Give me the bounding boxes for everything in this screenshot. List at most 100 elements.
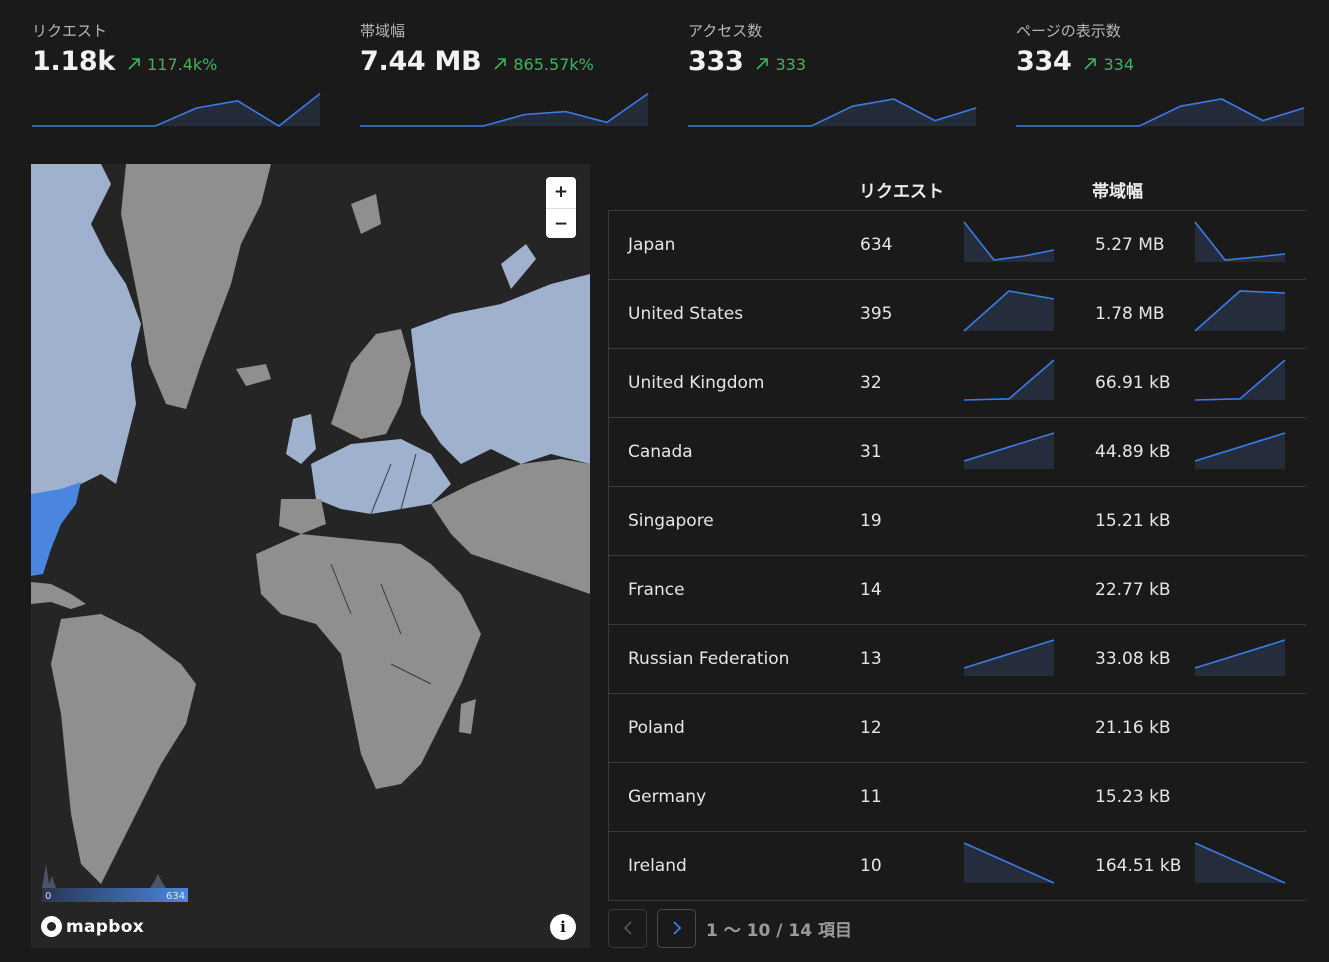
- sparkline-area: [32, 93, 320, 126]
- sparkline-area: [1195, 640, 1285, 676]
- bandwidth-sparkline: [1194, 221, 1286, 262]
- stat-delta: 117.4k%: [127, 55, 217, 74]
- mapbox-icon: [41, 916, 62, 937]
- sparkline-area: [1195, 360, 1285, 400]
- stat-label: 帯域幅: [360, 22, 406, 40]
- map-canvas[interactable]: [31, 164, 590, 948]
- stat-value: 334: [1016, 46, 1072, 77]
- pagination: 1 〜 10 / 14 項目: [608, 908, 852, 948]
- bandwidth-sparkline: [1194, 359, 1286, 401]
- table-header: リクエスト 帯域幅: [608, 164, 1306, 211]
- arrow-up-right-icon: [494, 58, 507, 70]
- bandwidth-sparkline: [1194, 432, 1286, 469]
- region-svalbard: [351, 194, 381, 234]
- bandwidth-value: 66.91 kB: [1095, 373, 1171, 393]
- bandwidth-value: 1.78 MB: [1095, 304, 1165, 324]
- sparkline-area: [964, 360, 1054, 400]
- bandwidth-sparkline: [1194, 842, 1286, 884]
- region-iberia: [279, 499, 326, 534]
- legend-min-label: 0: [45, 891, 52, 902]
- request-sparkline: [963, 290, 1055, 332]
- region-europe: [311, 439, 451, 514]
- request-count: 19: [860, 511, 882, 531]
- table-row[interactable]: Germany 11 15.23 kB: [609, 763, 1306, 832]
- stat-delta: 334: [1083, 55, 1134, 74]
- country-name: Ireland: [628, 856, 687, 876]
- request-count: 13: [860, 649, 882, 669]
- legend-max-label: 634: [166, 891, 186, 902]
- sparkline-area: [1016, 99, 1304, 126]
- table-row[interactable]: Russian Federation 13 33.08 kB: [609, 625, 1306, 694]
- request-count: 395: [860, 304, 893, 324]
- stat-value: 1.18k: [32, 46, 116, 77]
- region-madagascar: [459, 699, 476, 734]
- stat-sparkline: [1016, 98, 1305, 127]
- stat-card-pageviews: ページの表示数 334 334: [1016, 16, 1306, 136]
- arrow-up-right-icon: [128, 58, 140, 70]
- region-scandinavia: [331, 329, 411, 439]
- stat-delta: 333: [755, 55, 806, 74]
- column-header-bandwidth[interactable]: 帯域幅: [1092, 177, 1143, 202]
- sparkline-area: [964, 433, 1054, 469]
- request-count: 10: [860, 856, 882, 876]
- sparkline-area: [1195, 433, 1285, 469]
- mapbox-logo[interactable]: mapbox: [41, 916, 144, 937]
- stat-value: 333: [688, 46, 744, 77]
- stat-label: ページの表示数: [1016, 22, 1121, 40]
- stat-sparkline: [360, 92, 649, 127]
- country-name: Russian Federation: [628, 649, 790, 669]
- stat-label: リクエスト: [32, 22, 108, 40]
- table-row[interactable]: Singapore 19 15.21 kB: [609, 487, 1306, 556]
- stat-label: アクセス数: [688, 22, 763, 40]
- prev-page-button[interactable]: [608, 908, 647, 948]
- stat-sparkline: [688, 98, 977, 127]
- stat-card-visits: アクセス数 333 333: [688, 16, 978, 136]
- request-sparkline: [963, 221, 1055, 262]
- stat-delta: 865.57k%: [493, 55, 594, 74]
- sparkline-area: [1195, 291, 1285, 331]
- table-body: Japan 634 5.27 MB United States 395 1.78 MB Un…: [608, 211, 1306, 901]
- request-sparkline: [963, 432, 1055, 469]
- region-uk: [286, 414, 316, 464]
- arrow-up-right-icon: [756, 58, 769, 70]
- table-row[interactable]: France 14 22.77 kB: [609, 556, 1306, 625]
- zoom-control: + −: [546, 177, 576, 238]
- world-map[interactable]: + − 0 634 mapbox i: [31, 164, 590, 948]
- region-russia: [411, 274, 590, 464]
- info-icon[interactable]: i: [550, 914, 576, 940]
- country-name: Canada: [628, 442, 693, 462]
- request-sparkline: [963, 842, 1055, 884]
- region-asia: [431, 459, 590, 594]
- next-page-button[interactable]: [657, 908, 696, 948]
- table-row[interactable]: Ireland 10 164.51 kB: [609, 832, 1306, 901]
- region-africa: [256, 534, 481, 789]
- country-name: Germany: [628, 787, 707, 807]
- stat-card-requests: リクエスト 1.18k 117.4k%: [32, 16, 322, 136]
- table-row[interactable]: United Kingdom 32 66.91 kB: [609, 349, 1306, 418]
- bandwidth-value: 15.21 kB: [1095, 511, 1171, 531]
- zoom-out-button[interactable]: −: [546, 208, 576, 239]
- region-usa: [31, 482, 81, 576]
- country-name: Japan: [628, 235, 676, 255]
- column-header-requests[interactable]: リクエスト: [859, 177, 944, 202]
- country-table: リクエスト 帯域幅 Japan 634 5.27 MB United States 39…: [608, 164, 1306, 901]
- request-count: 634: [860, 235, 893, 255]
- table-row[interactable]: Canada 31 44.89 kB: [609, 418, 1306, 487]
- request-count: 32: [860, 373, 882, 393]
- bandwidth-value: 15.23 kB: [1095, 787, 1171, 807]
- country-name: France: [628, 580, 685, 600]
- arrow-up-right-icon: [1084, 58, 1097, 70]
- zoom-in-button[interactable]: +: [546, 177, 576, 207]
- stat-sparkline: [32, 92, 321, 127]
- table-row[interactable]: Japan 634 5.27 MB: [609, 211, 1306, 280]
- chevron-left-icon: [623, 921, 632, 935]
- request-sparkline: [963, 359, 1055, 401]
- request-count: 12: [860, 718, 882, 738]
- request-count: 31: [860, 442, 882, 462]
- table-row[interactable]: Poland 12 21.16 kB: [609, 694, 1306, 763]
- stat-value: 7.44 MB: [360, 46, 482, 77]
- pagination-info: 1 〜 10 / 14 項目: [706, 920, 852, 941]
- bandwidth-sparkline: [1194, 639, 1286, 676]
- sparkline-area: [688, 99, 976, 126]
- table-row[interactable]: United States 395 1.78 MB: [609, 280, 1306, 349]
